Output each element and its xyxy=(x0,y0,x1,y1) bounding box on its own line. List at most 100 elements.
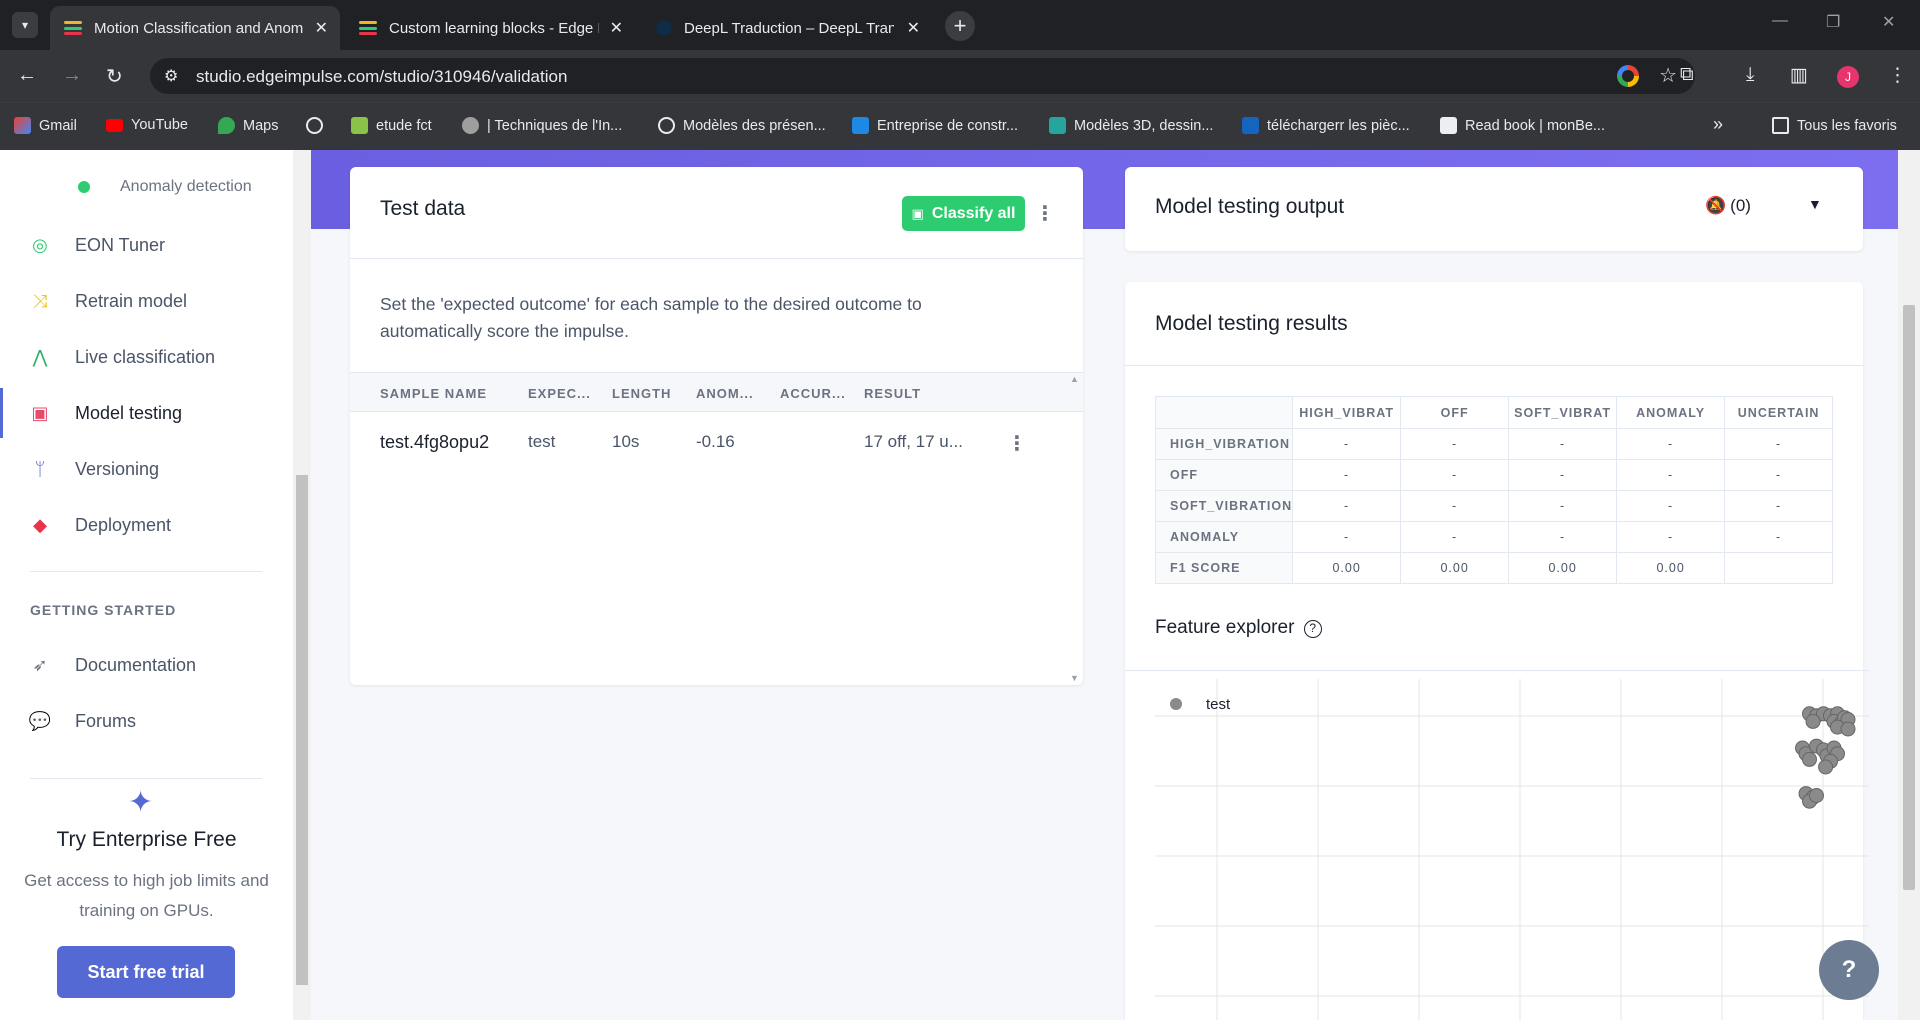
skf-icon xyxy=(1242,117,1259,134)
google-icon[interactable] xyxy=(1617,65,1639,87)
bookmark-favicon-icon xyxy=(462,117,479,134)
sidebar-scrollbar-thumb[interactable] xyxy=(296,475,308,985)
close-window-icon[interactable]: ✕ xyxy=(1882,12,1895,32)
classify-all-button[interactable]: ▣ Classify all xyxy=(902,196,1025,231)
data-point[interactable] xyxy=(1818,759,1834,775)
bookmark-techniques[interactable]: | Techniques de l'In... xyxy=(462,117,622,134)
bookmark-globe[interactable] xyxy=(306,117,331,134)
sidebar-item-deployment[interactable]: ◆ Deployment xyxy=(0,500,293,550)
bookmark-read-book[interactable]: Read book | monBe... xyxy=(1440,117,1605,134)
feature-explorer-svg[interactable]: test xyxy=(1125,671,1869,1020)
close-tab-icon[interactable]: ✕ xyxy=(315,18,328,38)
bookmark-maps[interactable]: Maps xyxy=(218,117,278,134)
browser-tab-strip: ▾ Motion Classification and Anom ✕ Custo… xyxy=(0,0,1920,50)
sidebar-item-versioning[interactable]: ᛘ Versioning xyxy=(0,444,293,494)
matrix-row-label: ANOMALY xyxy=(1154,521,1294,553)
back-icon[interactable]: ← xyxy=(17,64,37,87)
address-bar[interactable]: ⚙ studio.edgeimpulse.com/studio/310946/v… xyxy=(150,58,1695,94)
new-tab-button[interactable]: + xyxy=(945,11,975,41)
plot-grid xyxy=(1155,679,1869,1020)
start-free-trial-button[interactable]: Start free trial xyxy=(57,946,235,998)
bookmark-gmail[interactable]: Gmail xyxy=(14,117,77,134)
sparkle-star-icon: ✦ xyxy=(128,786,154,819)
sidebar-item-forums[interactable]: 💬 Forums xyxy=(0,696,293,746)
clipboard-check-icon: ▣ xyxy=(911,205,924,221)
matrix-cell: - xyxy=(1724,459,1834,491)
more-bookmarks-button[interactable]: » xyxy=(1713,114,1723,135)
model-testing-results-title: Model testing results xyxy=(1155,312,1348,335)
sample-name-cell[interactable]: test.4fg8opu2 xyxy=(380,432,489,453)
plot-points xyxy=(1795,706,1856,809)
data-point[interactable] xyxy=(1809,788,1824,803)
clipboard-icon: ▣ xyxy=(31,402,49,423)
browser-tab-deepl[interactable]: DeepL Traduction – DeepL Trans ✕ xyxy=(642,6,932,50)
column-header-length[interactable]: LENGTH xyxy=(612,386,671,401)
browser-tab-motion-classification[interactable]: Motion Classification and Anom ✕ xyxy=(50,6,340,50)
bookmark-telecharger[interactable]: téléchargerr les pièc... xyxy=(1242,117,1410,134)
matrix-cell: - xyxy=(1616,490,1726,522)
legend-label[interactable]: test xyxy=(1206,696,1231,713)
column-header-anomaly[interactable]: ANOM... xyxy=(696,386,754,401)
tab-title: DeepL Traduction – DeepL Trans xyxy=(684,19,894,37)
column-header-result[interactable]: RESULT xyxy=(864,386,921,401)
bookmark-entreprise[interactable]: Entreprise de constr... xyxy=(852,117,1018,134)
browser-menu-icon[interactable]: ⋮ xyxy=(1888,64,1907,87)
side-panel-icon[interactable]: ▥ xyxy=(1790,64,1808,87)
tab-search-button[interactable]: ▾ xyxy=(12,12,38,38)
youtube-icon xyxy=(106,118,123,132)
shuffle-icon: ⤨ xyxy=(32,290,48,311)
sidebar-item-documentation[interactable]: ➶ Documentation xyxy=(0,640,293,690)
sidebar-item-eon-tuner[interactable]: ◎ EON Tuner xyxy=(0,220,293,270)
column-header-expected[interactable]: EXPEC... xyxy=(528,386,591,401)
data-point[interactable] xyxy=(1805,713,1821,729)
column-header-accuracy[interactable]: ACCUR... xyxy=(780,386,846,401)
page-scrollbar-thumb[interactable] xyxy=(1903,305,1915,890)
test-data-menu-icon[interactable]: ⋮ xyxy=(1035,201,1055,226)
minimize-icon[interactable]: — xyxy=(1772,12,1788,30)
bookmark-youtube[interactable]: YouTube xyxy=(106,117,188,133)
scroll-up-icon[interactable]: ▲ xyxy=(1070,374,1079,384)
sidebar-item-model-testing[interactable]: ▣ Model testing xyxy=(0,388,293,438)
matrix-cell: - xyxy=(1508,428,1618,460)
bookmark-modeles-presen[interactable]: Modèles des présen... xyxy=(658,117,826,134)
table-scrollbar[interactable]: ▲ ▼ xyxy=(1067,372,1083,685)
feature-explorer-plot[interactable]: test xyxy=(1125,670,1869,1020)
browser-tab-custom-learning-blocks[interactable]: Custom learning blocks - Edge I ✕ xyxy=(345,6,635,50)
row-menu-icon[interactable]: ⋮ xyxy=(1007,431,1027,456)
notifications-toggle[interactable]: 🔕 (0) xyxy=(1705,196,1751,216)
bookmark-label: Modèles 3D, dessin... xyxy=(1074,117,1214,134)
model-testing-output-card[interactable]: Model testing output 🔕 (0) ▼ xyxy=(1125,167,1863,251)
reload-icon[interactable]: ↻ xyxy=(106,64,123,89)
downloads-icon[interactable]: ⤓ xyxy=(1746,64,1754,86)
bookmark-star-icon[interactable]: ☆ xyxy=(1659,63,1677,88)
profile-avatar[interactable]: J xyxy=(1837,66,1859,88)
site-settings-icon[interactable]: ⚙ xyxy=(164,66,178,86)
sidebar-item-retrain-model[interactable]: ⤨ Retrain model xyxy=(0,276,293,326)
restore-icon[interactable]: ❐ xyxy=(1826,12,1840,32)
tab-title: Motion Classification and Anom xyxy=(94,19,304,37)
all-bookmarks[interactable]: Tous les favoris xyxy=(1772,117,1897,134)
bookmark-modeles-3d[interactable]: Modèles 3D, dessin... xyxy=(1049,117,1213,134)
matrix-corner xyxy=(1154,396,1294,429)
close-tab-icon[interactable]: ✕ xyxy=(907,18,920,38)
scroll-down-icon[interactable]: ▼ xyxy=(1070,673,1079,683)
sidebar-item-anomaly-detection[interactable]: Anomaly detection xyxy=(78,178,252,196)
sidebar-item-live-classification[interactable]: ⋀ Live classification xyxy=(0,332,293,382)
matrix-cell: - xyxy=(1400,490,1510,522)
matrix-cell: 0.00 xyxy=(1508,552,1618,584)
bookmark-etude-fct[interactable]: etude fct xyxy=(351,117,432,134)
data-point[interactable] xyxy=(1840,721,1856,737)
help-circle-icon[interactable]: ? xyxy=(1303,620,1322,638)
extensions-icon[interactable]: ⧉ xyxy=(1680,64,1694,86)
close-tab-icon[interactable]: ✕ xyxy=(610,18,623,38)
help-chat-button[interactable]: ? xyxy=(1819,940,1879,1000)
matrix-cell: - xyxy=(1400,459,1510,491)
expand-chevron-icon[interactable]: ▼ xyxy=(1808,196,1822,212)
data-point[interactable] xyxy=(1802,751,1817,767)
test-data-card: Test data ▣ Classify all ⋮ Set the 'expe… xyxy=(350,167,1083,685)
url-text[interactable]: studio.edgeimpulse.com/studio/310946/val… xyxy=(196,67,567,87)
matrix-column-header: SOFT_VIBRAT xyxy=(1508,396,1618,429)
column-header-sample-name[interactable]: SAMPLE NAME xyxy=(380,386,487,401)
matrix-row: OFF - - - - - xyxy=(1154,459,1834,491)
forward-icon[interactable]: → xyxy=(62,64,82,87)
